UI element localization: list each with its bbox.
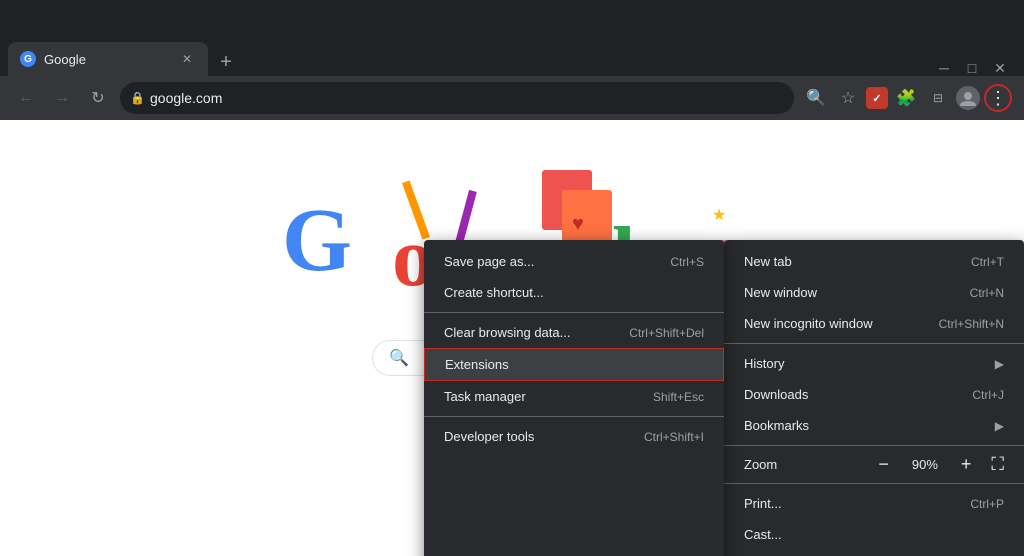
todoist-icon[interactable]: ✓: [866, 87, 888, 109]
new-tab-item[interactable]: New tab Ctrl+T: [724, 246, 1024, 277]
developer-tools-label: Developer tools: [444, 429, 534, 444]
developer-tools-item[interactable]: Developer tools Ctrl+Shift+I: [424, 421, 724, 452]
downloads-label: Downloads: [744, 387, 808, 402]
svg-text:★: ★: [712, 207, 726, 224]
search-icon: 🔍: [389, 348, 409, 368]
save-page-label: Save page as...: [444, 254, 534, 269]
svg-text:G: G: [282, 191, 352, 290]
divider-1: [724, 343, 1024, 344]
close-tab-button[interactable]: ✕: [178, 50, 196, 68]
zoom-expand-button[interactable]: ⛶: [991, 454, 1004, 475]
maximize-button[interactable]: □: [964, 60, 980, 76]
history-arrow: ▶: [995, 357, 1004, 371]
chrome-menu-button[interactable]: ⋮: [984, 84, 1012, 112]
downloads-item[interactable]: Downloads Ctrl+J: [724, 379, 1024, 410]
bookmarks-arrow: ▶: [995, 419, 1004, 433]
extensions-item[interactable]: Extensions: [424, 348, 724, 381]
tab-bar: G Google ✕ + ─ □ ✕: [0, 36, 1024, 76]
minimize-button[interactable]: ─: [936, 60, 952, 76]
page-content: G ✂ ♥ ★: [0, 120, 1024, 556]
developer-tools-shortcut: Ctrl+Shift+I: [644, 430, 704, 444]
lock-icon: 🔒: [130, 91, 145, 105]
save-shortcut: Ctrl+S: [670, 255, 704, 269]
back-button[interactable]: ←: [12, 84, 40, 112]
downloads-shortcut: Ctrl+J: [972, 388, 1004, 402]
task-manager-label: Task manager: [444, 389, 526, 404]
submenu-divider-2: [424, 416, 724, 417]
profile-avatar[interactable]: [956, 86, 980, 110]
divider-2: [724, 445, 1024, 446]
create-shortcut-label: Create shortcut...: [444, 285, 544, 300]
zoom-label: Zoom: [744, 457, 862, 472]
zoom-minus-button[interactable]: −: [870, 454, 897, 475]
menus-container: Save page as... Ctrl+S Create shortcut..…: [424, 240, 1024, 556]
active-tab[interactable]: G Google ✕: [8, 42, 208, 76]
new-window-label: New window: [744, 285, 817, 300]
search-toolbar-icon[interactable]: 🔍: [802, 84, 830, 112]
save-page-as-item[interactable]: Save page as... Ctrl+S: [424, 246, 724, 277]
bookmarks-label: Bookmarks: [744, 418, 809, 433]
main-menu: New tab Ctrl+T New window Ctrl+N New inc…: [724, 240, 1024, 556]
new-tab-shortcut: Ctrl+T: [971, 255, 1004, 269]
cast-label: Cast...: [744, 527, 782, 542]
incognito-shortcut: Ctrl+Shift+N: [939, 317, 1004, 331]
extensions-icon[interactable]: 🧩: [892, 84, 920, 112]
forward-button[interactable]: →: [48, 84, 76, 112]
bookmark-icon[interactable]: ☆: [834, 84, 862, 112]
extensions-label: Extensions: [445, 357, 509, 372]
toolbar-icons: 🔍 ☆ ✓ 🧩 ⊟ ⋮: [802, 84, 1012, 112]
new-window-item[interactable]: New window Ctrl+N: [724, 277, 1024, 308]
url-text: google.com: [120, 82, 794, 114]
divider-3: [724, 483, 1024, 484]
favicon: G: [20, 51, 36, 67]
find-item[interactable]: Find... Ctrl+F: [724, 550, 1024, 556]
chrome-frame: G Google ✕ + ─ □ ✕ ← → ↻ 🔒 google.com: [0, 0, 1024, 556]
print-shortcut: Ctrl+P: [970, 497, 1004, 511]
zoom-row: Zoom − 90% + ⛶: [724, 450, 1024, 479]
more-tools-submenu: Save page as... Ctrl+S Create shortcut..…: [424, 240, 724, 556]
new-tab-button[interactable]: +: [212, 48, 240, 76]
clear-browsing-data-item[interactable]: Clear browsing data... Ctrl+Shift+Del: [424, 317, 724, 348]
media-icon[interactable]: ⊟: [924, 84, 952, 112]
history-item[interactable]: History ▶: [724, 348, 1024, 379]
create-shortcut-item[interactable]: Create shortcut...: [424, 277, 724, 308]
clear-shortcut: Ctrl+Shift+Del: [629, 326, 704, 340]
new-window-shortcut: Ctrl+N: [970, 286, 1004, 300]
zoom-value: 90%: [905, 457, 945, 472]
bookmarks-item[interactable]: Bookmarks ▶: [724, 410, 1024, 441]
url-bar[interactable]: 🔒 google.com: [120, 82, 794, 114]
task-manager-item[interactable]: Task manager Shift+Esc: [424, 381, 724, 412]
incognito-label: New incognito window: [744, 316, 873, 331]
submenu-divider-1: [424, 312, 724, 313]
zoom-plus-button[interactable]: +: [953, 454, 980, 475]
clear-browsing-label: Clear browsing data...: [444, 325, 570, 340]
refresh-button[interactable]: ↻: [84, 84, 112, 112]
address-bar: ← → ↻ 🔒 google.com 🔍 ☆ ✓ 🧩 ⊟ ⋮: [0, 76, 1024, 120]
title-bar: [0, 0, 1024, 36]
cast-item[interactable]: Cast...: [724, 519, 1024, 550]
history-label: History: [744, 356, 784, 371]
task-manager-shortcut: Shift+Esc: [653, 390, 704, 404]
close-window-button[interactable]: ✕: [992, 60, 1008, 76]
print-item[interactable]: Print... Ctrl+P: [724, 488, 1024, 519]
new-tab-label: New tab: [744, 254, 792, 269]
tab-title: Google: [44, 52, 170, 67]
browser-window: G Google ✕ + ─ □ ✕ ← → ↻ 🔒 google.com: [0, 0, 1024, 556]
print-label: Print...: [744, 496, 782, 511]
incognito-item[interactable]: New incognito window Ctrl+Shift+N: [724, 308, 1024, 339]
